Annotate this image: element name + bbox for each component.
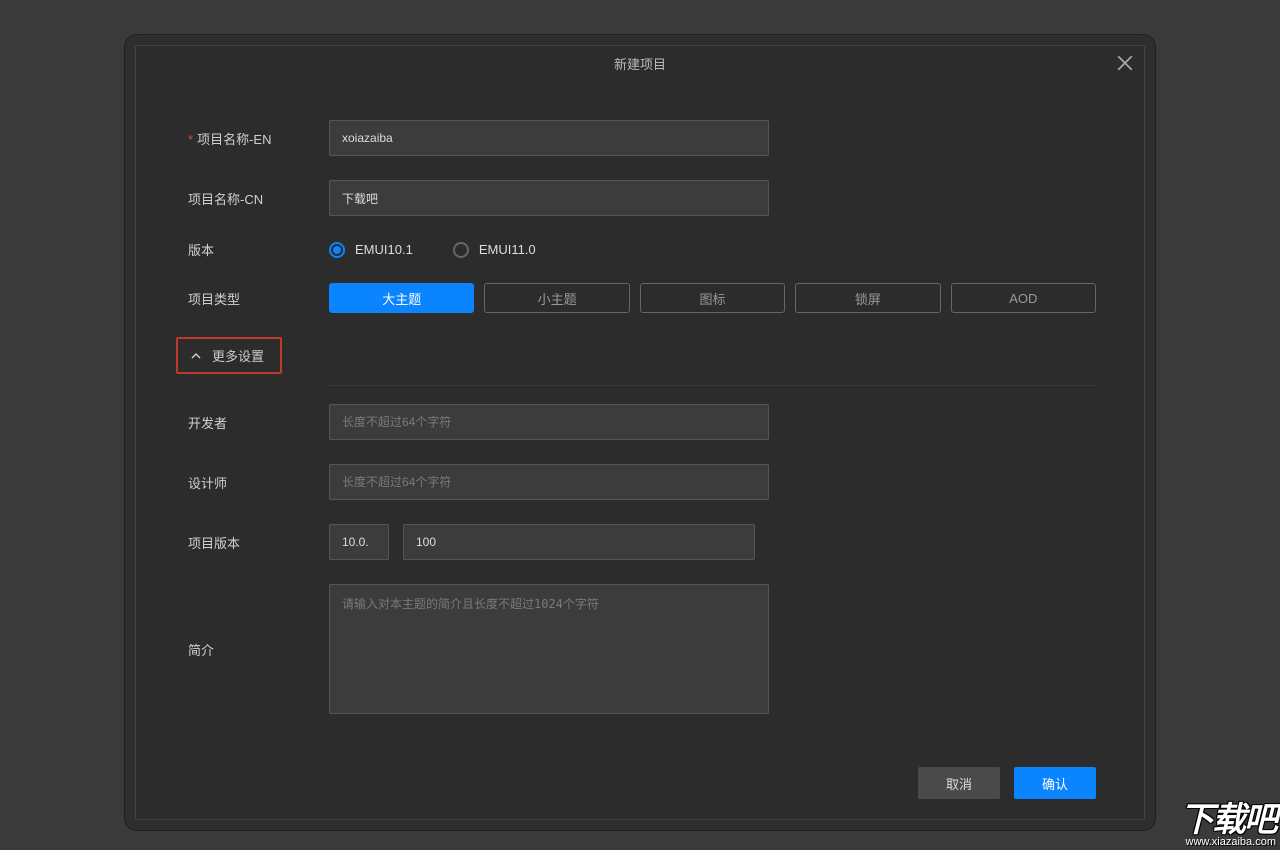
radio-label: EMUI11.0 [479,242,536,257]
label-name-en: *项目名称-EN [184,129,329,148]
outer-frame: 新建项目 *项目名称-EN 项目名称-CN [125,35,1155,830]
type-btn-lockscreen[interactable]: 锁屏 [795,283,940,313]
label-name-cn: 项目名称-CN [184,189,329,208]
row-description: 简介 [184,584,1096,714]
row-type: 项目类型 大主题 小主题 图标 锁屏 AOD [184,283,1096,313]
input-version-minor[interactable] [403,524,755,560]
required-star: * [188,132,193,147]
row-developer: 开发者 [184,404,1096,440]
radio-dot-icon [453,242,469,258]
label-designer: 设计师 [184,473,329,492]
dialog-titlebar: 新建项目 [136,46,1144,80]
row-more-settings: 更多设置 [184,337,1096,374]
watermark-url: www.xiazaiba.com [1180,837,1276,848]
row-project-version: 项目版本 [184,524,1096,560]
label-version: 版本 [184,240,329,259]
watermark-brand: 下载吧 [1180,803,1276,837]
type-button-group: 大主题 小主题 图标 锁屏 AOD [329,283,1096,313]
label-developer: 开发者 [184,413,329,432]
input-developer[interactable] [329,404,769,440]
radio-emui10[interactable]: EMUI10.1 [329,242,413,258]
radio-emui11[interactable]: EMUI11.0 [453,242,536,258]
label-type: 项目类型 [184,289,329,308]
dialog-footer: 取消 确认 [136,767,1144,819]
input-version-major[interactable] [329,524,389,560]
radio-dot-selected-icon [329,242,345,258]
more-settings-toggle[interactable]: 更多设置 [176,337,282,374]
cancel-button[interactable]: 取消 [918,767,1000,799]
input-name-cn[interactable] [329,180,769,216]
row-version: 版本 EMUI10.1 EMUI11.0 [184,240,1096,259]
close-icon[interactable] [1116,54,1134,72]
input-designer[interactable] [329,464,769,500]
row-designer: 设计师 [184,464,1096,500]
confirm-button[interactable]: 确认 [1014,767,1096,799]
type-btn-big-theme[interactable]: 大主题 [329,283,474,313]
label-project-version: 项目版本 [184,533,329,552]
label-description: 简介 [184,584,329,659]
version-radio-group: EMUI10.1 EMUI11.0 [329,242,536,258]
input-name-en[interactable] [329,120,769,156]
more-settings-label: 更多设置 [212,346,264,365]
row-name-en: *项目名称-EN [184,120,1096,156]
type-btn-icon[interactable]: 图标 [640,283,785,313]
dialog-title: 新建项目 [614,54,666,73]
watermark: 下载吧 www.xiazaiba.com [1180,803,1276,848]
type-btn-aod[interactable]: AOD [951,283,1096,313]
row-name-cn: 项目名称-CN [184,180,1096,216]
type-btn-small-theme[interactable]: 小主题 [484,283,629,313]
divider [329,385,1096,386]
radio-label: EMUI10.1 [355,242,413,257]
chevron-up-icon [190,350,202,362]
new-project-dialog: 新建项目 *项目名称-EN 项目名称-CN [135,45,1145,820]
input-description[interactable] [329,584,769,714]
dialog-content: *项目名称-EN 项目名称-CN 版本 [136,80,1144,767]
